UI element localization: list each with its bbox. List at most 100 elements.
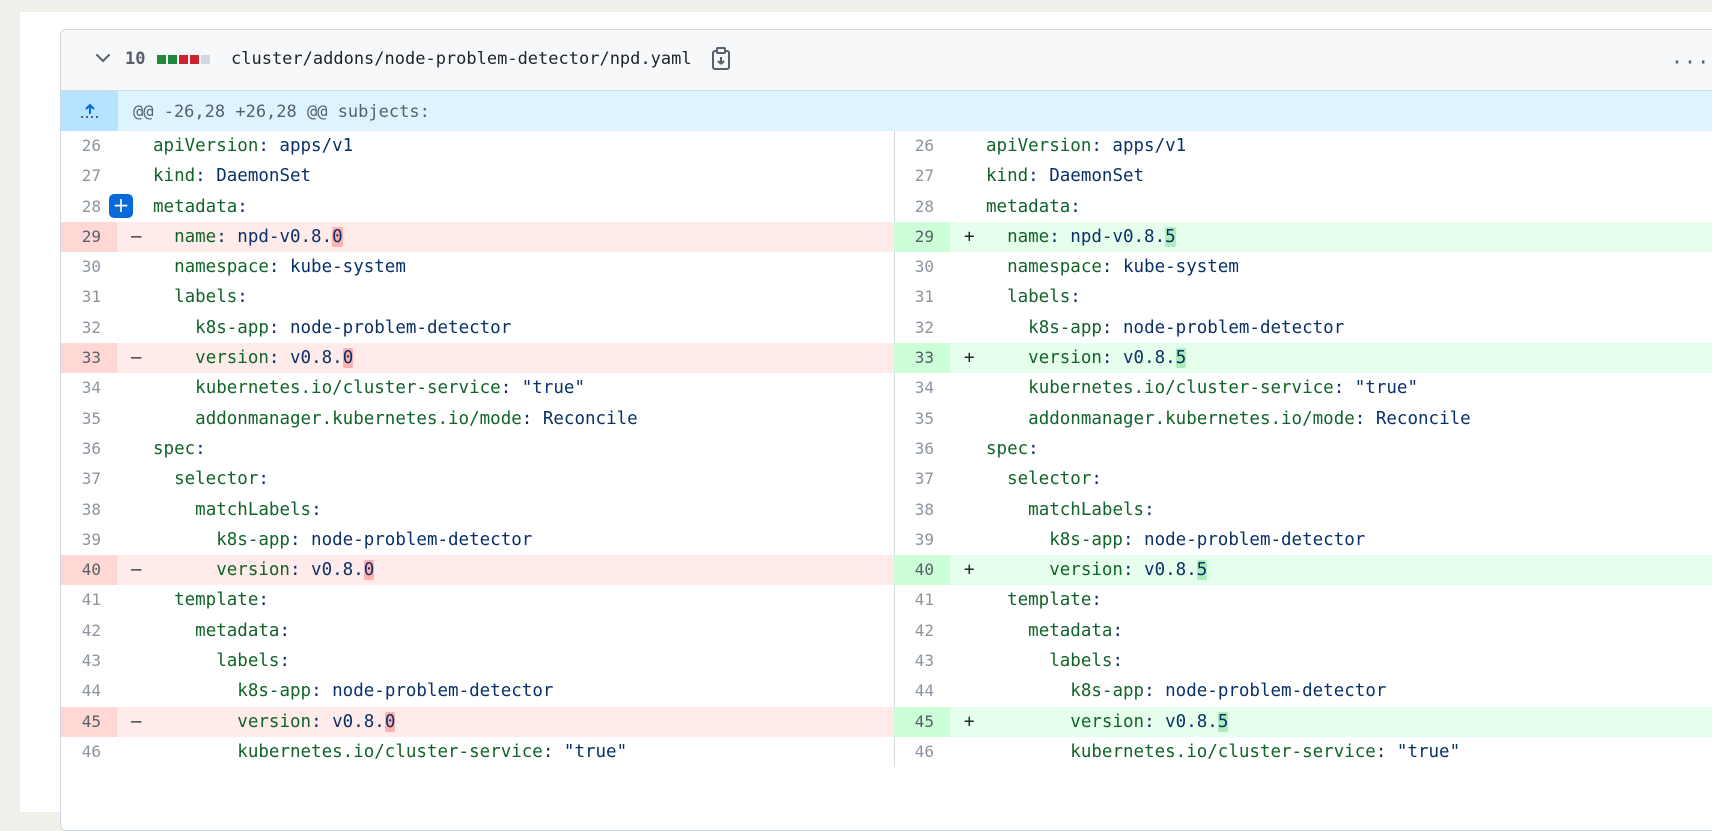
yaml-value: : "true" [1375,741,1461,762]
line-number[interactable]: 38 [61,495,117,525]
left-line: 36 spec: [61,433,895,465]
line-number[interactable]: 39 [61,525,117,555]
chevron-down-icon[interactable] [93,48,113,68]
diffstat-block [190,55,199,64]
line-number[interactable]: 27 [61,161,117,191]
code-line: labels: [986,646,1123,676]
yaml-key: k8s-app [1070,681,1145,702]
expand-up-icon[interactable] [61,91,118,131]
yaml-key: template [174,590,259,611]
diffstat-block [179,55,188,64]
line-number[interactable]: 40 [894,555,950,586]
line-number[interactable]: 26 [894,131,950,161]
left-line: 40– version: v0.8.0 [61,555,895,586]
line-number[interactable]: 34 [61,373,117,403]
line-number[interactable]: 31 [61,282,117,312]
yaml-value: : [237,287,248,308]
hunk-header-text: @@ -26,28 +26,28 @@ subjects: [133,102,430,122]
line-number[interactable]: 44 [894,676,950,706]
line-number[interactable]: 37 [61,464,117,494]
diff-row: 33– version: v0.8.0 33 + version: v0.8.5 [61,343,1712,374]
line-number[interactable]: 28 [894,192,950,222]
yaml-value: : v0.8. [1144,711,1218,732]
line-number[interactable]: 46 [894,737,950,767]
line-number[interactable]: 43 [894,646,950,676]
line-number[interactable]: 41 [894,585,950,615]
code-line: k8s-app: node-problem-detector [153,313,511,343]
left-line: 35 addonmanager.kubernetes.io/mode: Reco… [61,403,895,434]
diff-row: 37 selector: 37 selector: [61,464,1712,495]
line-number[interactable]: 35 [894,404,950,434]
right-line: 40 + version: v0.8.5 [894,555,1712,586]
yaml-value: : Reconcile [1354,408,1471,429]
line-number[interactable]: 29 [61,221,117,253]
line-number[interactable]: 34 [894,373,950,403]
copy-icon[interactable] [710,47,732,71]
yaml-value: : DaemonSet [1028,166,1145,187]
line-number[interactable]: 41 [61,585,117,615]
yaml-key: k8s-app [195,317,269,338]
left-line: 28 metadata: + [61,191,895,222]
line-number[interactable]: 36 [894,434,950,464]
line-number[interactable]: 31 [894,282,950,312]
code-line: version: v0.8.0 [153,555,375,585]
yaml-key: version [237,711,312,732]
right-line: 31 labels: [894,282,1712,312]
line-number[interactable]: 42 [61,616,117,646]
yaml-key: metadata [153,196,238,217]
yaml-value: : [258,469,269,490]
code-line: kubernetes.io/cluster-service: "true" [986,737,1460,767]
yaml-value: : [279,651,290,672]
code-line: namespace: kube-system [986,252,1239,282]
yaml-key: namespace [174,257,269,278]
line-number[interactable]: 33 [894,343,950,374]
yaml-key: version [195,348,269,369]
right-line: 41 template: [894,585,1712,615]
yaml-value: : [1144,499,1155,520]
line-number[interactable]: 36 [61,434,117,464]
line-number[interactable]: 29 [894,221,950,253]
line-number[interactable]: 26 [61,131,117,161]
diff-row: 39 k8s-app: node-problem-detector 39 k8s-… [61,524,1712,556]
diff-row: 32 k8s-app: node-problem-detector 32 k8s-… [61,312,1712,344]
line-number[interactable]: 35 [61,404,117,434]
line-number[interactable]: 37 [894,464,950,494]
yaml-key: addonmanager.kubernetes.io/mode [1028,408,1355,429]
code-line: apiVersion: apps/v1 [986,131,1186,161]
code-line: addonmanager.kubernetes.io/mode: Reconci… [153,404,638,434]
line-number[interactable]: 39 [894,525,950,555]
diffstat [157,55,210,64]
removed-char: 0 [342,348,354,369]
diff-row: 27 kind: DaemonSet 27 kind: DaemonSet [61,161,1712,192]
line-number[interactable]: 30 [61,252,117,282]
addition-sign: + [964,560,975,581]
yaml-key: kubernetes.io/cluster-service [1070,741,1376,762]
line-number[interactable]: 33 [61,343,117,374]
diff-row: 29– name: npd-v0.8.0 29 + name: npd-v0.8.5 [61,221,1712,253]
line-number[interactable]: 30 [894,252,950,282]
line-number[interactable]: 45 [894,706,950,737]
line-number[interactable]: 44 [61,676,117,706]
line-number[interactable]: 43 [61,646,117,676]
yaml-value: : [237,196,248,217]
diff-rows: 26 apiVersion: apps/v1 26 apiVersion: apps/… [61,131,1712,768]
line-number[interactable]: 45 [61,706,117,737]
file-path[interactable]: cluster/addons/node-problem-detector/npd… [231,49,692,69]
line-number[interactable]: 46 [61,737,117,767]
line-number[interactable]: 32 [894,313,950,343]
left-line: 37 selector: [61,464,895,495]
diff-row: 42 metadata: 42 metadata: [61,615,1712,647]
line-number[interactable]: 27 [894,161,950,191]
add-comment-icon[interactable]: + [109,193,133,218]
line-number[interactable]: 40 [61,555,117,586]
line-number[interactable]: 38 [894,495,950,525]
line-number[interactable]: 32 [61,313,117,343]
added-char: 5 [1217,711,1229,732]
yaml-key: matchLabels [195,499,312,520]
yaml-key: metadata [195,620,280,641]
kebab-icon[interactable]: ··· [1671,50,1710,74]
yaml-value: : node-problem-detector [289,529,533,550]
yaml-value: : [279,620,290,641]
line-number[interactable]: 42 [894,616,950,646]
yaml-value: : Reconcile [521,408,638,429]
